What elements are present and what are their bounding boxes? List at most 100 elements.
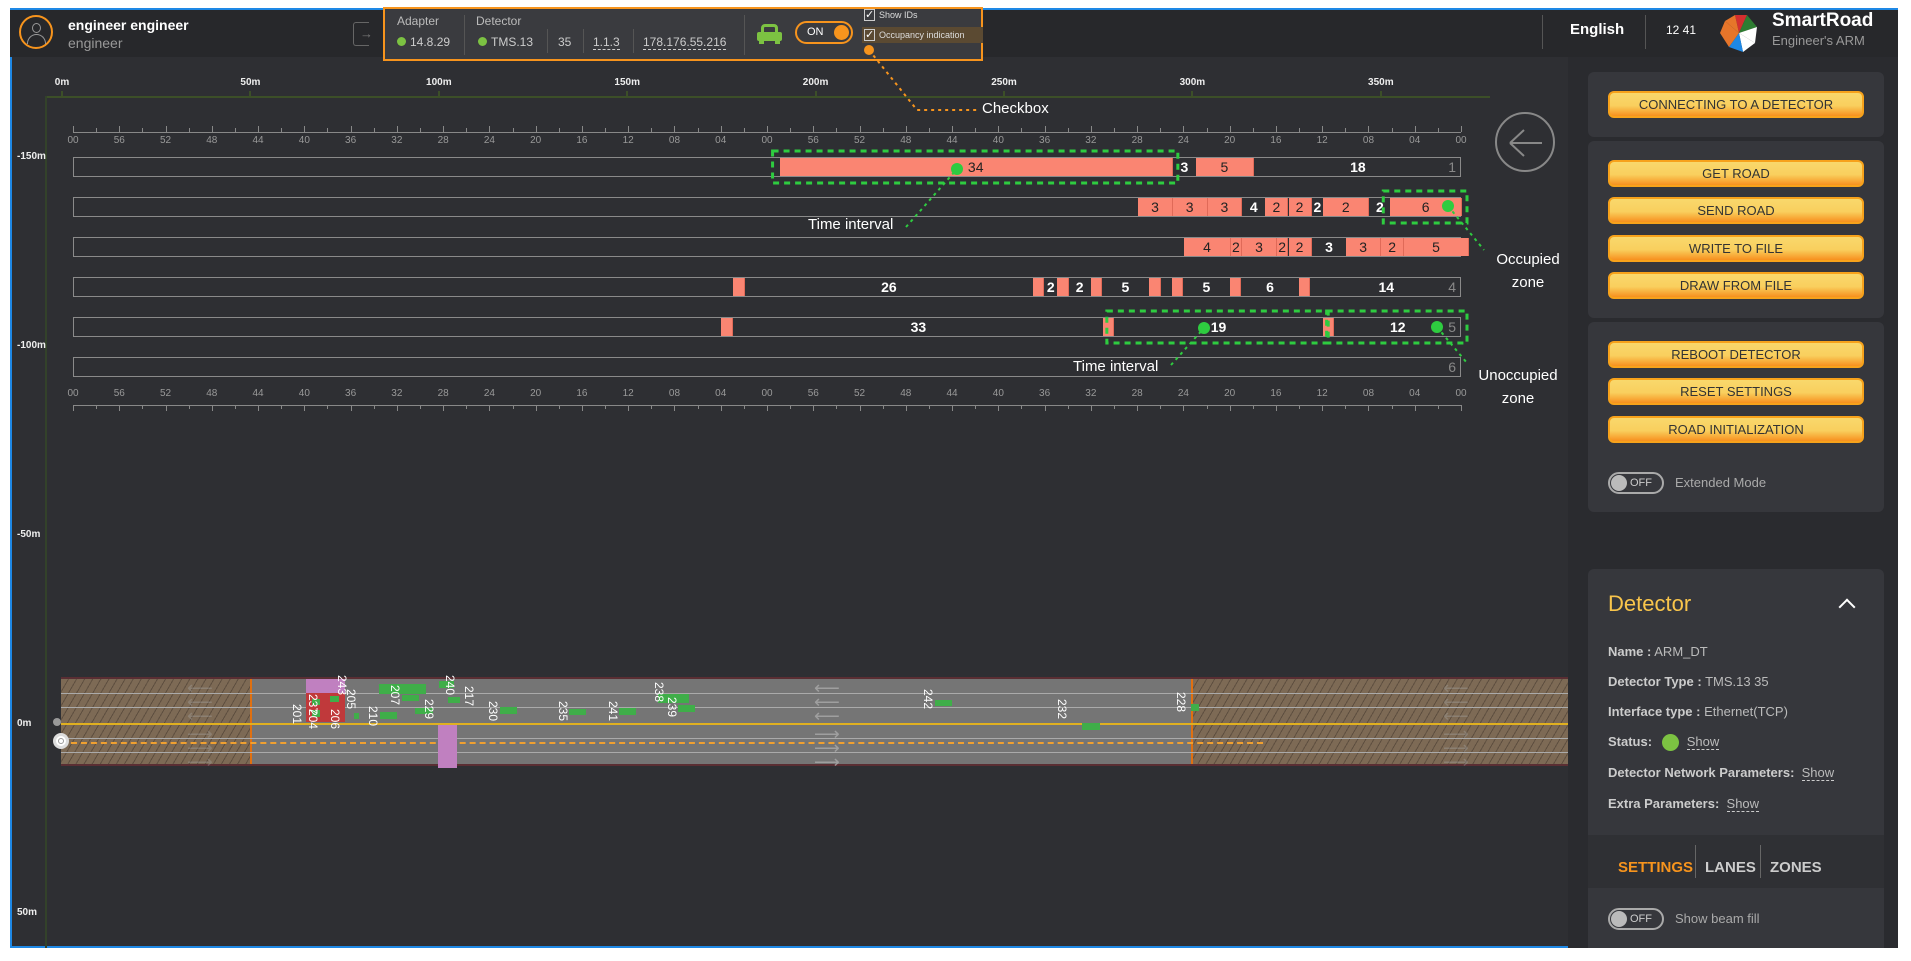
field-label: Status: bbox=[1608, 734, 1653, 749]
vehicle-marker[interactable] bbox=[935, 700, 952, 706]
back-arrow-button[interactable] bbox=[1495, 112, 1555, 172]
vehicle-id-label: 230 bbox=[486, 701, 500, 722]
time-interval-dot bbox=[951, 163, 963, 175]
beam-fill-toggle[interactable]: OFF bbox=[1608, 908, 1664, 930]
detector-title: Detector bbox=[1608, 591, 1692, 616]
vehicle-id-label: 205 bbox=[344, 689, 358, 710]
annotation-line: Unoccupied bbox=[1478, 367, 1558, 384]
field-label: Interface type : bbox=[1608, 704, 1701, 719]
connect-detector-button[interactable]: CONNECTING TO A DETECTOR bbox=[1608, 91, 1864, 118]
vehicle-marker[interactable] bbox=[569, 709, 586, 715]
vehicle-marker[interactable] bbox=[448, 697, 460, 703]
time-interval-dot bbox=[1198, 322, 1210, 334]
lane-arrow-left-icon: ⟵ bbox=[187, 706, 213, 726]
language-selector[interactable]: English bbox=[1570, 21, 1624, 38]
lane-arrow-right-icon: ⟶ bbox=[187, 752, 213, 772]
vehicle-id-label: 240 bbox=[443, 675, 457, 696]
vehicle-marker[interactable] bbox=[678, 705, 695, 712]
annotation-unoccupied-zone: Unoccupied zone bbox=[1473, 367, 1563, 407]
field-label: Extra Parameters: bbox=[1608, 796, 1720, 811]
send-road-button[interactable]: SEND ROAD bbox=[1608, 197, 1864, 224]
brand-name: SmartRoad bbox=[1772, 10, 1874, 31]
detector-beam-line bbox=[61, 742, 1263, 744]
vehicle-id-label: 229 bbox=[422, 699, 436, 720]
tab-lanes[interactable]: LANES bbox=[1705, 859, 1756, 876]
occupied-zone-dot bbox=[1442, 200, 1454, 212]
reset-settings-button[interactable]: RESET SETTINGS bbox=[1608, 378, 1864, 405]
vehicle-marker[interactable] bbox=[1082, 723, 1100, 730]
detector-name: Name : ARM_DT bbox=[1608, 644, 1708, 659]
status-show-link[interactable]: Show bbox=[1686, 734, 1720, 750]
field-value: Ethernet(TCP) bbox=[1704, 704, 1788, 719]
field-label: Detector Type : bbox=[1608, 674, 1702, 689]
collapse-chevron-icon[interactable] bbox=[1838, 598, 1856, 616]
zone-purple bbox=[438, 725, 457, 768]
network-show-link[interactable]: Show bbox=[1801, 765, 1835, 781]
vehicle-marker[interactable] bbox=[619, 708, 636, 715]
checkbox-leader bbox=[868, 49, 977, 111]
road-initialization-button[interactable]: ROAD INITIALIZATION bbox=[1608, 416, 1864, 443]
field-label: Detector Network Parameters: bbox=[1608, 765, 1795, 780]
vehicle-marker[interactable] bbox=[380, 712, 397, 719]
field-value: ARM_DT bbox=[1654, 644, 1708, 659]
highlight-box bbox=[1105, 309, 1330, 345]
occupied-zone-leader bbox=[1447, 205, 1485, 251]
detector-marker-icon bbox=[53, 718, 61, 726]
unoccupied-zone-dot bbox=[1431, 321, 1443, 333]
annotation-line: zone bbox=[1511, 274, 1545, 291]
vehicle-marker[interactable] bbox=[500, 707, 517, 714]
sidebar: OFF Extended Mode CONNECTING TO A DETECT… bbox=[1568, 57, 1898, 948]
interface-type: Interface type : Ethernet(TCP) bbox=[1608, 704, 1788, 719]
annotation-occupied-zone: Occupied zone bbox=[1490, 251, 1566, 291]
tab-bar: SETTINGS LANES ZONES bbox=[1588, 835, 1884, 888]
vehicle-id-label: 217 bbox=[462, 686, 476, 707]
vehicle-id-label: 242 bbox=[921, 689, 935, 710]
get-road-button[interactable]: GET ROAD bbox=[1608, 160, 1864, 187]
field-label: Name : bbox=[1608, 644, 1652, 659]
annotation-line: zone bbox=[1501, 390, 1535, 407]
field-value: TMS.13 35 bbox=[1705, 674, 1769, 689]
reboot-detector-button[interactable]: REBOOT DETECTOR bbox=[1608, 341, 1864, 368]
vehicle-id-label: 207 bbox=[388, 685, 402, 706]
network-parameters: Detector Network Parameters: Show bbox=[1608, 765, 1835, 781]
detector-position-icon[interactable] bbox=[53, 733, 69, 749]
lane-arrow-right-icon: ⟶ bbox=[1443, 752, 1469, 772]
lane-arrow-left-icon: ⟵ bbox=[814, 706, 840, 726]
toggle-state: OFF bbox=[1630, 913, 1652, 925]
vehicle-id-label: 206 bbox=[328, 709, 342, 730]
annotation-overlay bbox=[771, 45, 1485, 366]
highlight-box bbox=[1381, 189, 1469, 225]
lane-arrow-left-icon: ⟵ bbox=[1443, 706, 1469, 726]
vehicle-marker[interactable] bbox=[379, 684, 426, 694]
annotation-line: Occupied bbox=[1496, 251, 1560, 268]
tab-zones[interactable]: ZONES bbox=[1770, 859, 1822, 876]
unoccupied-zone-leader bbox=[1436, 326, 1468, 364]
checkbox-dot bbox=[864, 45, 874, 55]
detector-status: Status: Show bbox=[1608, 734, 1720, 752]
tab-settings[interactable]: SETTINGS bbox=[1618, 859, 1693, 876]
time-interval-leader bbox=[1170, 327, 1205, 366]
vehicle-id-label: 210 bbox=[366, 706, 380, 727]
vehicle-id-label: 235 bbox=[556, 701, 570, 722]
occupancy-timeline: 0m 50m 100m 150m 200m 250m 300m 350m -150m -100m… bbox=[0, 0, 1569, 948]
vehicle-id-label: 228 bbox=[1174, 692, 1188, 713]
time-interval-leader bbox=[905, 168, 958, 228]
write-to-file-button[interactable]: WRITE TO FILE bbox=[1608, 235, 1864, 262]
road: ⟵ ⟵ ⟵ ⟶ ⟶ ⟶ ⟵ ⟵ ⟵ ⟶ ⟶ ⟶ ⟵ ⟵ ⟵ ⟶ ⟶ ⟶ 243 205 237 204 201 206 210… bbox=[61, 675, 1569, 772]
extra-show-link[interactable]: Show bbox=[1726, 796, 1760, 812]
draw-from-file-button[interactable]: DRAW FROM FILE bbox=[1608, 272, 1864, 299]
status-dot bbox=[1661, 734, 1679, 752]
beam-fill-label: Show beam fill bbox=[1675, 911, 1760, 926]
vehicle-marker[interactable] bbox=[354, 713, 359, 719]
vehicle-id-label: 238 bbox=[652, 682, 666, 703]
vehicle-marker[interactable] bbox=[402, 695, 419, 701]
vehicle-marker[interactable] bbox=[330, 696, 339, 702]
vehicle-marker[interactable] bbox=[1191, 704, 1199, 711]
extra-parameters: Extra Parameters: Show bbox=[1608, 796, 1760, 812]
brand-subtitle: Engineer's ARM bbox=[1772, 33, 1865, 48]
extended-mode-toggle[interactable]: OFF bbox=[1608, 472, 1664, 494]
vehicle-id-label: 241 bbox=[606, 701, 620, 722]
vehicle-id-label: 204 bbox=[306, 709, 320, 730]
lane-arrow-right-icon: ⟶ bbox=[814, 752, 840, 772]
annotation-checkbox: Checkbox bbox=[982, 100, 1049, 117]
